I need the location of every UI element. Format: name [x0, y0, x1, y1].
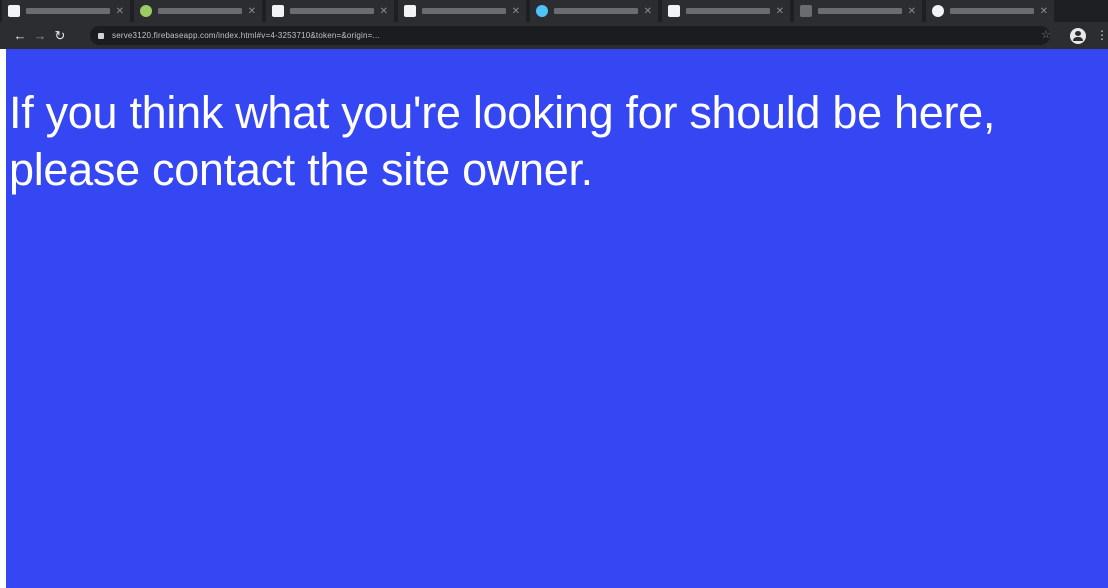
tab-title [818, 8, 902, 14]
tab-favicon-icon [668, 5, 680, 17]
tab[interactable]: ✕ [134, 0, 262, 22]
tab-title [554, 8, 638, 14]
tab-favicon-icon [536, 5, 548, 17]
tab-title [422, 8, 506, 14]
tab-title [290, 8, 374, 14]
tab-favicon-icon [272, 5, 284, 17]
tab-close-icon[interactable]: ✕ [908, 6, 916, 17]
tab-favicon-icon [140, 5, 152, 17]
tab[interactable]: ✕ [530, 0, 658, 22]
bookmark-star-icon[interactable]: ☆ [1041, 22, 1051, 49]
forward-arrow-icon[interactable]: → [30, 22, 50, 49]
more-menu-icon[interactable]: ⋮ [1096, 22, 1108, 49]
tab-close-icon[interactable]: ✕ [116, 6, 124, 17]
tab-close-icon[interactable]: ✕ [512, 6, 520, 17]
tab[interactable]: ✕ [926, 0, 1054, 22]
tab-favicon-icon [800, 5, 812, 17]
tab-close-icon[interactable]: ✕ [380, 6, 388, 17]
reload-icon[interactable]: ↻ [50, 22, 70, 49]
tab-close-icon[interactable]: ✕ [248, 6, 256, 17]
page-content: If you think what you're looking for sho… [6, 49, 1108, 588]
tab[interactable]: ✕ [794, 0, 922, 22]
tab-title [686, 8, 770, 14]
tab-close-icon[interactable]: ✕ [1040, 6, 1048, 17]
tab-close-icon[interactable]: ✕ [776, 6, 784, 17]
tab-strip: ✕ ✕ ✕ ✕ ✕ ✕ ✕ ✕ [0, 0, 1108, 22]
tab[interactable]: ✕ [398, 0, 526, 22]
tab-title [26, 8, 110, 14]
tab[interactable]: ✕ [266, 0, 394, 22]
address-bar[interactable]: serve3120.firebaseapp.com/index.html#v=4… [90, 26, 1050, 45]
tab-favicon-icon [8, 5, 20, 17]
page-message: If you think what you're looking for sho… [9, 87, 996, 195]
tab-title [158, 8, 242, 14]
url-text[interactable]: serve3120.firebaseapp.com/index.html#v=4… [112, 31, 380, 40]
tab[interactable]: ✕ [662, 0, 790, 22]
tab[interactable]: ✕ [2, 0, 130, 22]
browser-toolbar: ← → ↻ serve3120.firebaseapp.com/index.ht… [0, 22, 1108, 49]
tab-favicon-icon [932, 5, 944, 17]
tab-close-icon[interactable]: ✕ [644, 6, 652, 17]
lock-icon[interactable] [98, 32, 104, 39]
browser-window: ✕ ✕ ✕ ✕ ✕ ✕ ✕ ✕ ← → ↻ serve3120.firebase… [0, 0, 1108, 588]
tab-favicon-icon [404, 5, 416, 17]
back-arrow-icon[interactable]: ← [10, 22, 30, 49]
profile-icon[interactable] [1070, 28, 1086, 44]
tab-title [950, 8, 1034, 14]
